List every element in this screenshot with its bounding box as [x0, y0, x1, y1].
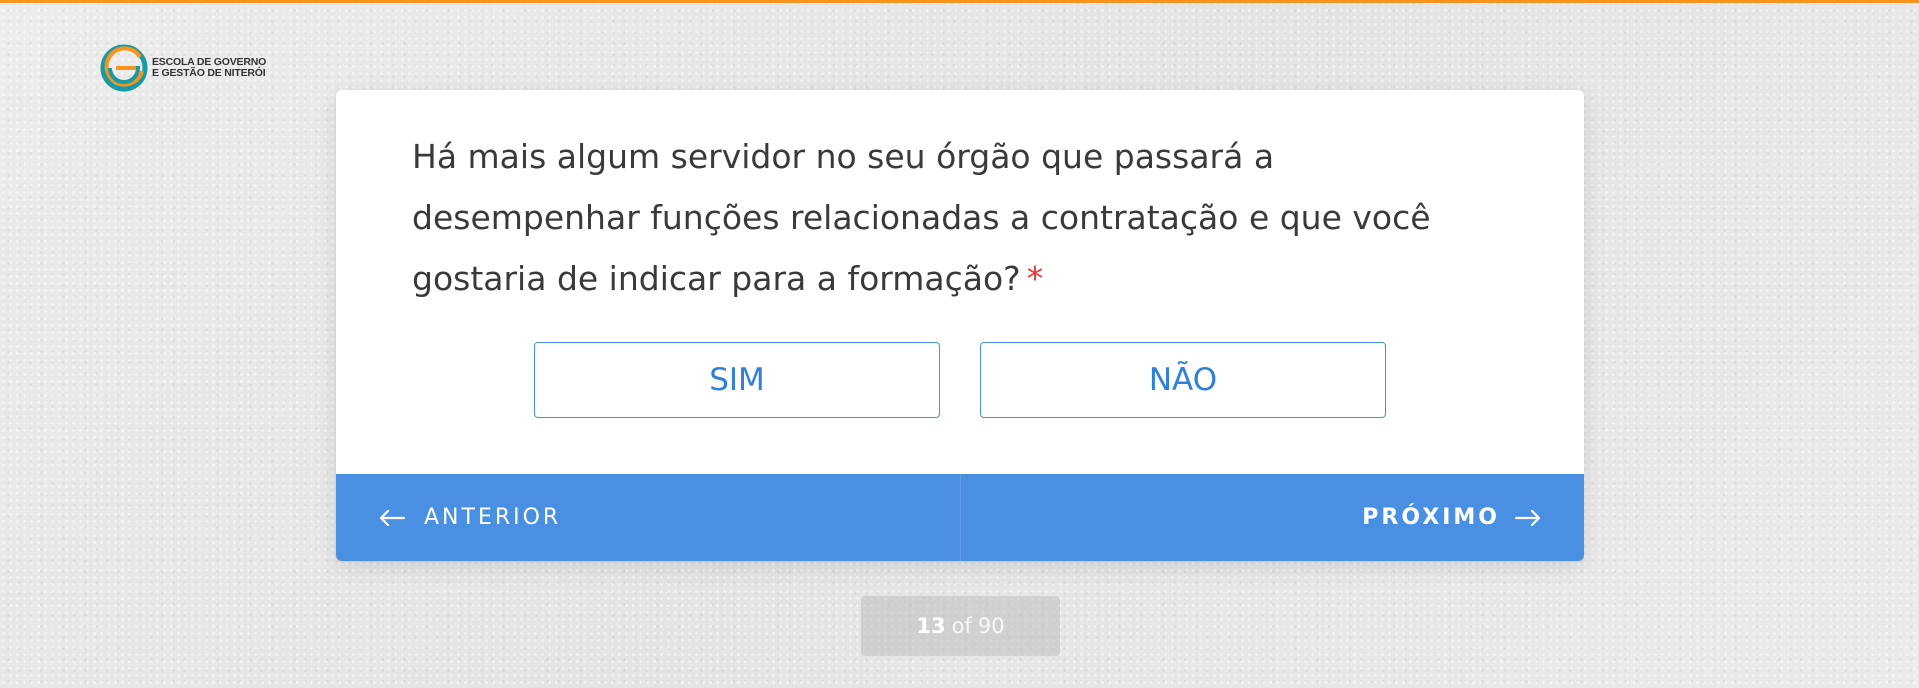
next-label: PRÓXIMO — [1362, 505, 1500, 530]
logo-line-2: E GESTÃO DE NITERÓI — [152, 67, 266, 79]
next-button[interactable]: PRÓXIMO — [961, 474, 1585, 561]
progress-current: 13 — [916, 614, 946, 638]
question-heading: Há mais algum servidor no seu órgão que … — [412, 126, 1492, 309]
logo: ESCOLA DE GOVERNO E GESTÃO DE NITERÓI — [100, 44, 266, 92]
required-marker: * — [1026, 259, 1044, 298]
previous-label: ANTERIOR — [424, 505, 562, 530]
question-card: Há mais algum servidor no seu órgão que … — [336, 90, 1584, 561]
navigation-bar: ANTERIOR PRÓXIMO — [336, 474, 1584, 561]
progress-of-label: of — [951, 614, 972, 638]
arrow-right-icon — [1514, 509, 1541, 526]
top-accent-bar — [0, 0, 1919, 3]
previous-button[interactable]: ANTERIOR — [336, 474, 961, 561]
logo-icon — [100, 44, 148, 92]
answer-options: SIM NÃO — [534, 342, 1386, 418]
option-sim-button[interactable]: SIM — [534, 342, 940, 418]
logo-text: ESCOLA DE GOVERNO E GESTÃO DE NITERÓI — [152, 57, 266, 79]
question-text: Há mais algum servidor no seu órgão que … — [412, 137, 1431, 298]
option-nao-button[interactable]: NÃO — [980, 342, 1386, 418]
progress-total: 90 — [977, 614, 1005, 638]
arrow-left-icon — [379, 509, 406, 526]
progress-counter: 13 of 90 — [861, 596, 1060, 656]
